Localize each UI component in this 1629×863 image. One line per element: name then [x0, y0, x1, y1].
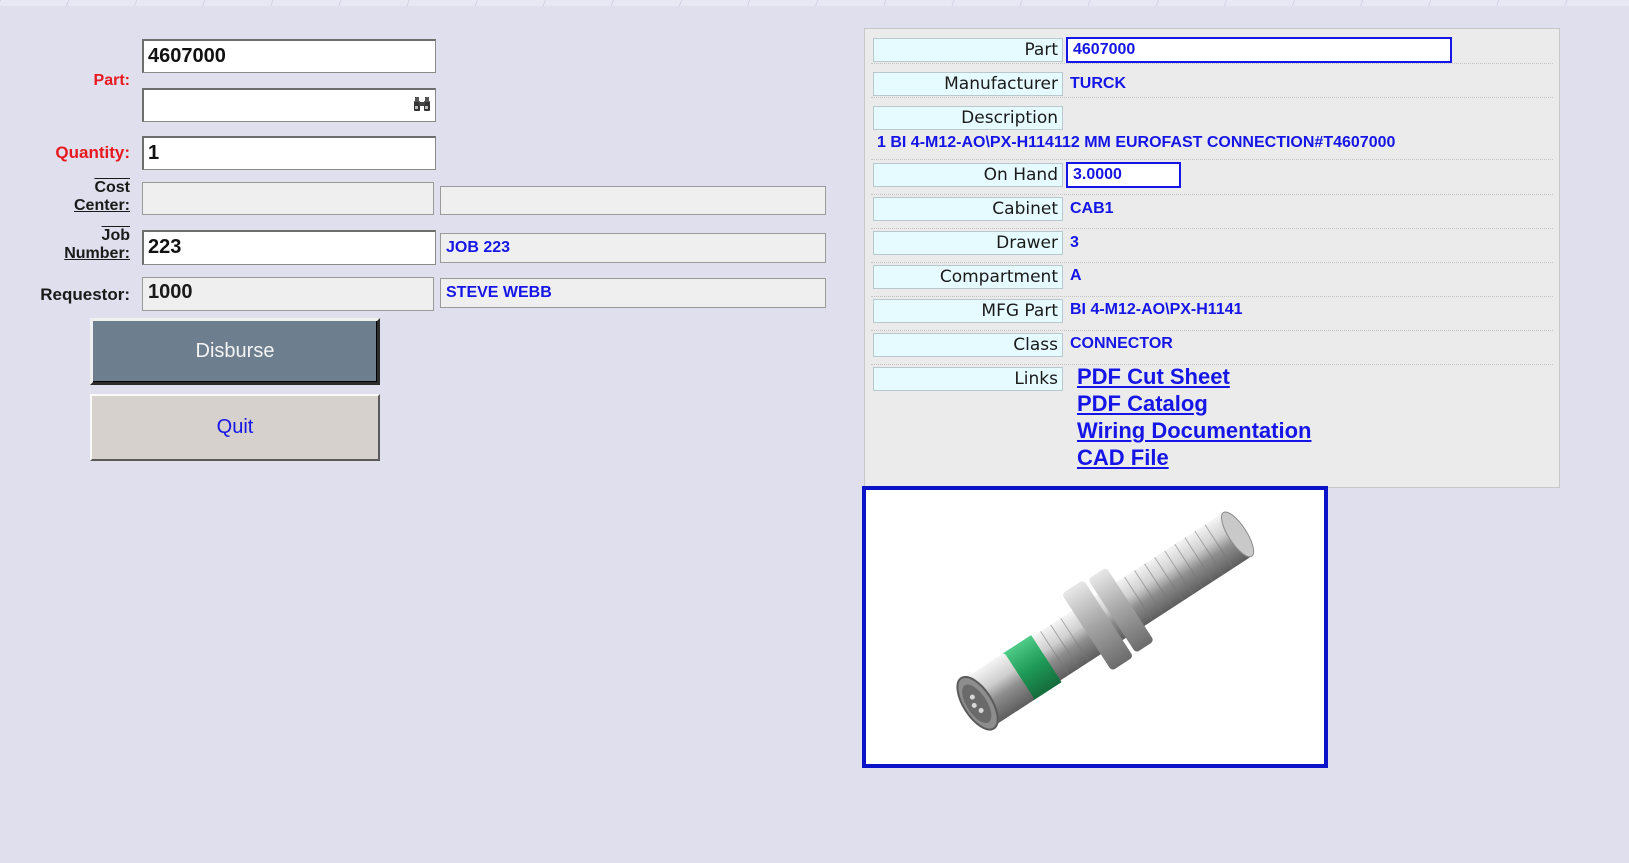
detail-cabinet-value: CAB1 — [1070, 200, 1114, 217]
job-number-label-line1: Job — [101, 227, 130, 244]
quantity-label: Quantity: — [55, 143, 130, 162]
row-divider — [871, 63, 1553, 64]
part-label: Part: — [93, 72, 130, 89]
detail-compartment-label: Compartment — [873, 265, 1063, 289]
detail-manufacturer-label: Manufacturer — [873, 72, 1063, 96]
job-description: JOB 223 — [440, 233, 826, 263]
row-divider — [871, 159, 1553, 160]
detail-on-hand-value: 3.0000 — [1066, 162, 1181, 188]
row-divider — [871, 330, 1553, 331]
pdf-cut-sheet-link[interactable]: PDF Cut Sheet — [1077, 363, 1230, 390]
product-image-frame — [862, 486, 1328, 768]
detail-on-hand-label: On Hand — [873, 163, 1063, 187]
detail-mfg-part-value: BI 4-M12-AO\PX-H1141 — [1070, 301, 1243, 318]
product-image — [956, 511, 1255, 731]
requestor-input[interactable]: 1000 — [142, 277, 434, 311]
row-divider — [871, 262, 1553, 263]
detail-description-label: Description — [873, 106, 1063, 130]
row-divider — [871, 97, 1553, 98]
job-number-label: Job Number: — [50, 227, 130, 263]
detail-description-value: 1 BI 4-M12-AO\PX-H114112 MM EUROFAST CON… — [877, 134, 1396, 151]
pdf-catalog-link[interactable]: PDF Catalog — [1077, 390, 1208, 417]
job-number-input[interactable]: 223 — [142, 230, 436, 265]
wiring-documentation-link[interactable]: Wiring Documentation — [1077, 417, 1311, 444]
detail-manufacturer-value: TURCK — [1070, 75, 1126, 92]
row-divider — [871, 296, 1553, 297]
top-decorative-strip — [0, 0, 1629, 6]
detail-drawer-label: Drawer — [873, 231, 1063, 255]
cost-center-label: Cost Center: — [50, 179, 130, 215]
quit-button[interactable]: Quit — [90, 394, 380, 461]
cost-center-input[interactable] — [142, 182, 434, 215]
detail-mfg-part-label: MFG Part — [873, 299, 1063, 323]
detail-cabinet-label: Cabinet — [873, 197, 1063, 221]
part-details-panel: Part 4607000 Manufacturer TURCK Descript… — [864, 28, 1560, 488]
detail-part-label: Part — [873, 38, 1063, 62]
detail-part-value: 4607000 — [1066, 37, 1452, 63]
detail-class-label: Class — [873, 333, 1063, 357]
cost-center-label-line2: Center: — [73, 197, 130, 214]
detail-drawer-value: 3 — [1070, 234, 1079, 251]
job-number-label-line2: Number: — [64, 245, 130, 262]
part-input[interactable]: 4607000 — [142, 39, 436, 73]
quantity-input[interactable]: 1 — [142, 136, 436, 170]
cad-file-link[interactable]: CAD File — [1077, 444, 1169, 471]
requestor-name: STEVE WEBB — [440, 278, 826, 308]
cost-center-label-line1: Cost — [94, 179, 130, 196]
binoculars-icon[interactable] — [413, 96, 431, 112]
disburse-button[interactable]: Disburse — [90, 318, 380, 385]
row-divider — [871, 194, 1553, 195]
requestor-label: Requestor: — [40, 285, 130, 304]
row-divider — [871, 228, 1553, 229]
cost-center-description — [440, 186, 826, 215]
detail-compartment-value: A — [1070, 267, 1082, 284]
detail-class-value: CONNECTOR — [1070, 335, 1173, 352]
detail-links-label: Links — [873, 367, 1063, 391]
part-search-input[interactable] — [142, 88, 436, 122]
